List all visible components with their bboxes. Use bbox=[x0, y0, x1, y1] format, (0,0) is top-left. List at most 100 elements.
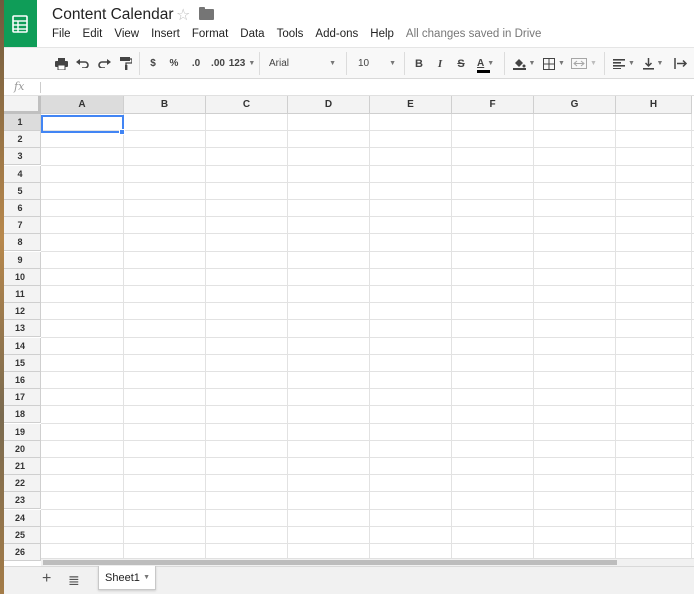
row-header-19[interactable]: 19 bbox=[0, 423, 41, 441]
more-formats-button[interactable]: 123 ▼ bbox=[229, 52, 256, 75]
formula-input[interactable] bbox=[40, 82, 41, 93]
merge-cells-icon[interactable]: ▼ bbox=[569, 52, 599, 75]
font-family-select[interactable]: Arial ▼ bbox=[265, 52, 340, 75]
sheet-tab[interactable]: Sheet1 ▼ bbox=[98, 566, 156, 590]
font-size-value: 10 bbox=[358, 58, 370, 69]
menu-help[interactable]: Help bbox=[364, 28, 400, 44]
row-header-10[interactable]: 10 bbox=[0, 268, 41, 286]
toolbar-separator bbox=[604, 52, 605, 75]
all-sheets-menu-icon[interactable]: ≣ bbox=[68, 572, 80, 589]
menu-insert[interactable]: Insert bbox=[145, 28, 186, 44]
row-header-8[interactable]: 8 bbox=[0, 234, 41, 252]
chevron-down-icon[interactable]: ▼ bbox=[143, 574, 150, 581]
row-header-25[interactable]: 25 bbox=[0, 526, 41, 544]
menu-add-ons[interactable]: Add-ons bbox=[309, 28, 364, 44]
row-header-9[interactable]: 9 bbox=[0, 251, 41, 269]
row-header-15[interactable]: 15 bbox=[0, 354, 41, 372]
print-icon[interactable] bbox=[52, 52, 70, 75]
row-header-6[interactable]: 6 bbox=[0, 200, 41, 217]
column-header-c[interactable]: C bbox=[206, 96, 288, 114]
text-color-label: A bbox=[477, 58, 485, 69]
column-header-f[interactable]: F bbox=[452, 96, 534, 114]
row-header-18[interactable]: 18 bbox=[0, 406, 41, 424]
row-header-3[interactable]: 3 bbox=[0, 148, 41, 166]
chevron-down-icon: ▼ bbox=[590, 60, 597, 67]
chevron-down-icon: ▼ bbox=[528, 60, 536, 67]
row-header-26[interactable]: 26 bbox=[0, 544, 41, 561]
add-sheet-button[interactable]: + bbox=[42, 570, 51, 588]
row-header-21[interactable]: 21 bbox=[0, 458, 41, 475]
row-header-7[interactable]: 7 bbox=[0, 217, 41, 235]
row-header-16[interactable]: 16 bbox=[0, 372, 41, 389]
menu-tools[interactable]: Tools bbox=[271, 28, 310, 44]
menu-data[interactable]: Data bbox=[234, 28, 270, 44]
italic-button[interactable]: I bbox=[432, 52, 448, 75]
row-gridline bbox=[41, 371, 694, 372]
row-header-24[interactable]: 24 bbox=[0, 509, 41, 527]
column-header-h[interactable]: H bbox=[616, 96, 692, 114]
row-header-13[interactable]: 13 bbox=[0, 320, 41, 338]
save-status[interactable]: All changes saved in Drive bbox=[406, 28, 542, 44]
scrollbar-thumb[interactable] bbox=[43, 560, 617, 565]
spreadsheet-grid[interactable]: ABCDEFGH 1 2 3 4 5 6 7 8 9 10 11 12 13 14 15 16 17 18 19 20… bbox=[0, 96, 694, 562]
menu-file[interactable]: File bbox=[46, 28, 77, 44]
select-all-corner[interactable] bbox=[0, 96, 41, 114]
font-family-value: Arial bbox=[269, 58, 290, 69]
document-title[interactable]: Content Calendar bbox=[52, 6, 174, 24]
toolbar-separator bbox=[404, 52, 405, 75]
text-color-button[interactable]: A ▼ bbox=[474, 52, 500, 75]
row-header-11[interactable]: 11 bbox=[0, 286, 41, 303]
folder-icon[interactable] bbox=[199, 7, 214, 20]
undo-icon[interactable] bbox=[73, 52, 91, 75]
row-header-1[interactable]: 1 bbox=[0, 114, 41, 131]
row-header-20[interactable]: 20 bbox=[0, 440, 41, 458]
fill-color-icon[interactable]: ▼ bbox=[511, 52, 537, 75]
bold-button[interactable]: B bbox=[411, 52, 427, 75]
row-header-4[interactable]: 4 bbox=[0, 165, 41, 183]
column-header-a[interactable]: A bbox=[41, 96, 124, 114]
row-gridline bbox=[41, 543, 694, 544]
row-header-17[interactable]: 17 bbox=[0, 389, 41, 407]
row-gridline bbox=[41, 405, 694, 407]
column-header-g[interactable]: G bbox=[534, 96, 616, 114]
fill-handle[interactable] bbox=[119, 129, 125, 135]
toolbar-separator bbox=[346, 52, 347, 75]
star-icon[interactable]: ☆ bbox=[176, 5, 190, 25]
row-header-12[interactable]: 12 bbox=[0, 303, 41, 321]
align-left-icon[interactable]: ▼ bbox=[611, 52, 637, 75]
row-gridline bbox=[41, 302, 694, 304]
increase-decimals-button[interactable]: .00 bbox=[208, 52, 228, 75]
row-gridline bbox=[41, 336, 694, 338]
column-header-d[interactable]: D bbox=[288, 96, 370, 114]
redo-icon[interactable] bbox=[95, 52, 113, 75]
menu-view[interactable]: View bbox=[108, 28, 145, 44]
text-wrap-icon[interactable] bbox=[668, 52, 694, 75]
row-header-14[interactable]: 14 bbox=[0, 337, 41, 355]
row-gridline bbox=[41, 285, 694, 286]
horizontal-scrollbar[interactable] bbox=[41, 558, 694, 566]
column-header-b[interactable]: B bbox=[124, 96, 206, 114]
menu-edit[interactable]: Edit bbox=[77, 28, 109, 44]
menu-format[interactable]: Format bbox=[186, 28, 234, 44]
row-header-5[interactable]: 5 bbox=[0, 182, 41, 200]
strikethrough-button[interactable]: S bbox=[453, 52, 469, 75]
percent-format-button[interactable]: % bbox=[167, 52, 181, 75]
vertical-align-icon[interactable]: ▼ bbox=[640, 52, 666, 75]
row-header-22[interactable]: 22 bbox=[0, 475, 41, 493]
row-gridline bbox=[41, 130, 694, 132]
row-gridline bbox=[41, 388, 694, 390]
active-cell[interactable] bbox=[41, 115, 124, 133]
fx-icon: fx bbox=[14, 80, 25, 93]
decrease-decimals-button[interactable]: .0 bbox=[187, 52, 205, 75]
row-header-23[interactable]: 23 bbox=[0, 492, 41, 510]
borders-icon[interactable]: ▼ bbox=[541, 52, 567, 75]
currency-format-button[interactable]: $ bbox=[146, 52, 160, 75]
column-header-e[interactable]: E bbox=[370, 96, 452, 114]
chevron-down-icon: ▼ bbox=[487, 60, 495, 67]
app-header: Content Calendar ☆ File Edit View Insert… bbox=[0, 0, 694, 47]
sheets-logo-icon[interactable] bbox=[3, 0, 37, 47]
spreadsheet-app: Content Calendar ☆ File Edit View Insert… bbox=[0, 0, 694, 594]
row-header-2[interactable]: 2 bbox=[0, 131, 41, 149]
font-size-select[interactable]: 10 ▼ bbox=[354, 52, 400, 75]
paint-format-icon[interactable] bbox=[117, 52, 135, 75]
